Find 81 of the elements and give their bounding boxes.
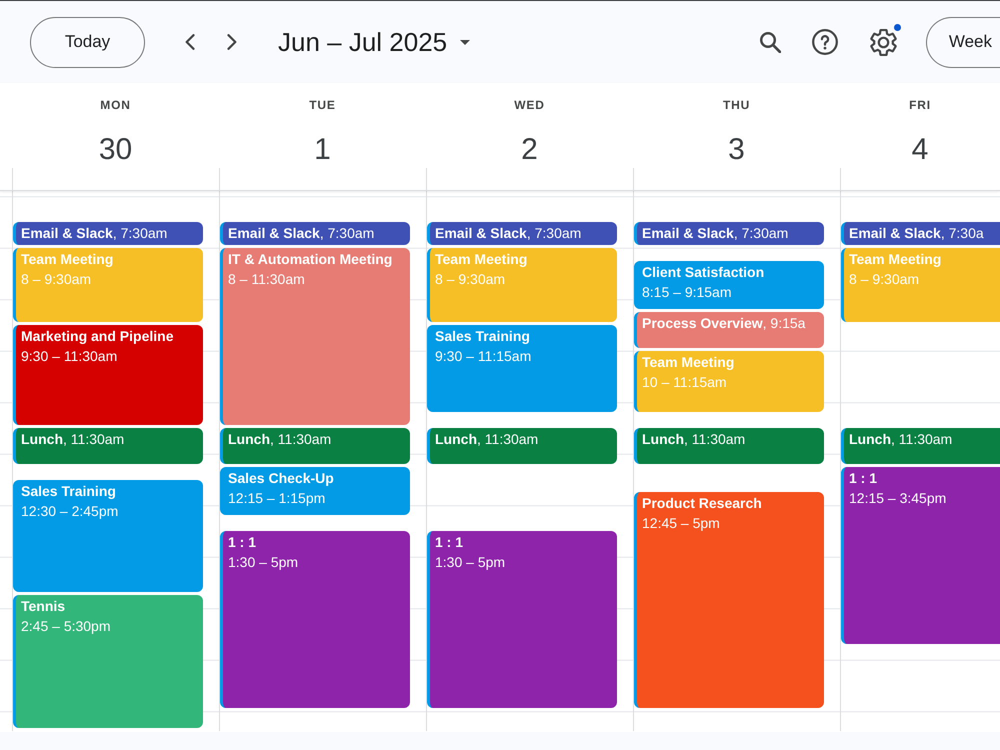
event-title: Client Satisfaction	[642, 262, 764, 282]
event-card[interactable]: 1 : 1 12:15 – 3:45pm	[841, 466, 1000, 644]
event-card[interactable]: Sales Training 9:30 – 11:15am	[427, 325, 617, 412]
today-button[interactable]: Today	[30, 16, 145, 68]
chevron-left-icon[interactable]	[185, 34, 195, 50]
event-label: Lunch, 11:30am	[435, 430, 538, 449]
event-label: Email & Slack, 7:30am	[228, 224, 374, 243]
event-card[interactable]: Lunch, 11:30am	[841, 428, 1000, 464]
event-title: Tennis	[21, 597, 66, 616]
date-number[interactable]: 3	[728, 132, 745, 168]
event-label: Email & Slack, 7:30a	[849, 224, 984, 243]
event-title: 1 : 1	[435, 533, 464, 552]
event-title: Team Meeting	[849, 250, 942, 269]
event-time: 12:45 – 5pm	[642, 514, 720, 534]
weekday-label: WED	[514, 98, 545, 112]
event-card[interactable]: Process Overview, 9:15a	[634, 312, 824, 348]
event-card[interactable]: Email & Slack, 7:30am	[427, 222, 617, 245]
event-title: Team Meeting	[21, 250, 114, 269]
date-range-dropdown[interactable]: Jun – Jul 2025	[278, 26, 470, 58]
event-card[interactable]: Lunch, 11:30am	[13, 428, 203, 464]
date-number[interactable]: 1	[314, 132, 331, 168]
event-card[interactable]: Email & Slack, 7:30am	[220, 222, 410, 245]
event-time: 2:45 – 5:30pm	[21, 617, 111, 636]
event-card[interactable]: Sales Check-Up 12:15 – 1:15pm	[220, 466, 410, 516]
event-title: 1 : 1	[228, 533, 256, 552]
event-card[interactable]: Sales Training 12:30 – 2:45pm	[13, 480, 203, 592]
event-label: Email & Slack, 7:30am	[435, 224, 582, 243]
weekday-label: MON	[100, 98, 131, 112]
event-label: Email & Slack, 7:30am	[642, 224, 788, 243]
event-card[interactable]: Email & Slack, 7:30am	[13, 222, 203, 245]
event-time: 8 – 11:30am	[228, 270, 305, 289]
event-time: 8:15 – 9:15am	[642, 282, 732, 302]
event-time: 8 – 9:30am	[849, 270, 920, 289]
settings-icon[interactable]	[870, 28, 897, 56]
chevron-right-icon[interactable]	[227, 34, 237, 50]
event-card[interactable]: Lunch, 11:30am	[634, 428, 824, 464]
event-card[interactable]: 1 : 1 1:30 – 5pm	[220, 531, 410, 708]
search-icon[interactable]	[760, 32, 781, 52]
event-card[interactable]: Lunch, 11:30am	[427, 428, 617, 464]
event-time: 8 – 9:30am	[435, 270, 506, 289]
event-label: Email & Slack, 7:30am	[21, 224, 168, 243]
event-card[interactable]: IT & Automation Meeting 8 – 11:30am	[220, 248, 410, 425]
event-title: Team Meeting	[435, 250, 528, 269]
event-time: 9:30 – 11:15am	[435, 347, 532, 366]
event-label: Lunch, 11:30am	[849, 430, 952, 449]
weekday-label: THU	[722, 98, 750, 112]
event-time: 1:30 – 5pm	[435, 553, 506, 572]
event-label: Lunch, 11:30am	[228, 430, 332, 449]
event-title: 1 : 1	[849, 468, 878, 488]
event-time: 12:30 – 2:45pm	[21, 502, 118, 520]
event-card[interactable]: Lunch, 11:30am	[220, 428, 410, 464]
event-title: Marketing and Pipeline	[21, 327, 174, 346]
date-number[interactable]: 4	[912, 132, 928, 168]
event-card[interactable]: Client Satisfaction 8:15 – 9:15am	[634, 260, 824, 310]
event-title: Sales Check-Up	[228, 468, 334, 488]
event-card[interactable]: Marketing and Pipeline 9:30 – 11:30am	[13, 325, 203, 425]
caret-down-icon	[460, 40, 470, 44]
event-time: 9:30 – 11:30am	[21, 347, 118, 366]
event-time: 12:15 – 1:15pm	[228, 488, 326, 508]
event-title: IT & Automation Meeting	[228, 250, 392, 269]
event-time: 8 – 9:30am	[21, 270, 92, 289]
event-time: 10 – 11:15am	[642, 372, 727, 392]
event-label: Lunch, 11:30am	[642, 430, 746, 449]
event-time: 1:30 – 5pm	[228, 553, 298, 572]
weekday-label: TUE	[309, 98, 336, 112]
event-title: Sales Training	[435, 327, 530, 346]
event-card[interactable]: 1 : 1 1:30 – 5pm	[427, 531, 617, 708]
weekday-label: FRI	[909, 98, 931, 112]
view-button[interactable]: Week	[926, 16, 1000, 68]
event-title: Team Meeting	[642, 352, 734, 372]
event-title: Sales Training	[21, 482, 116, 500]
date-number[interactable]: 30	[98, 132, 132, 168]
event-label: Lunch, 11:30am	[21, 430, 124, 449]
event-title: Product Research	[642, 494, 762, 514]
date-number[interactable]: 2	[521, 132, 538, 168]
event-label: Process Overview, 9:15a	[642, 314, 806, 334]
help-icon[interactable]	[812, 29, 838, 55]
event-card[interactable]: Email & Slack, 7:30am	[634, 222, 824, 245]
event-time: 12:15 – 3:45pm	[849, 488, 946, 508]
event-card[interactable]: Product Research 12:45 – 5pm	[634, 492, 824, 708]
event-card[interactable]: Email & Slack, 7:30a	[841, 222, 1000, 245]
